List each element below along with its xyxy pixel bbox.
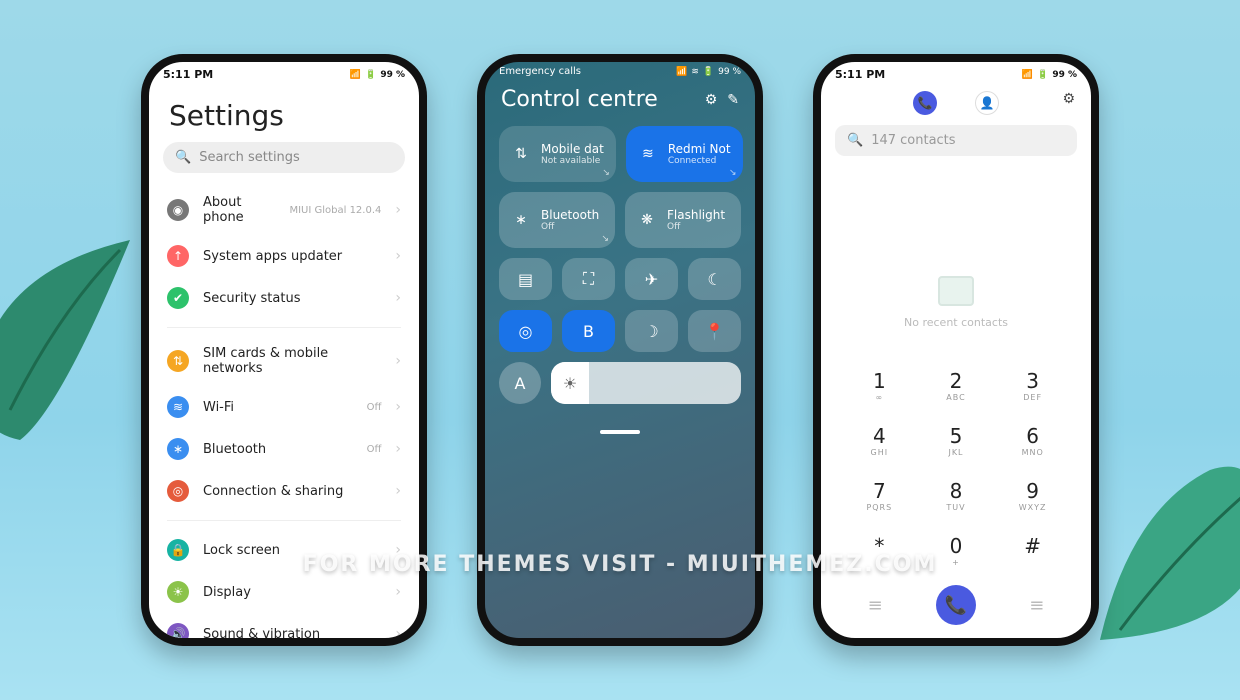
menu-icon[interactable]: ≡ <box>868 595 883 616</box>
tile-bluetooth[interactable]: ∗BluetoothOff↘ <box>499 192 615 248</box>
sidebar-item-bluetooth[interactable]: ∗BluetoothOff› <box>163 428 405 470</box>
contacts-count: 147 contacts <box>871 133 955 148</box>
sidebar-item-updater[interactable]: ↑System apps updater› <box>163 235 405 277</box>
key-4[interactable]: 4GHI <box>841 414 918 469</box>
status-time: 5:11 PM <box>835 68 885 81</box>
chevron-right-icon: › <box>395 353 401 369</box>
tab-calls[interactable]: 📞 <box>913 91 937 115</box>
tile-location[interactable]: 📍 <box>688 310 741 352</box>
chevron-right-icon: › <box>395 290 401 306</box>
phone-icon: ◉ <box>167 199 189 221</box>
sidebar-item-about-phone[interactable]: ◉About phoneMIUI Global 12.0.4› <box>163 185 405 235</box>
sidebar-item-sound[interactable]: 🔊Sound & vibration› <box>163 613 405 646</box>
chevron-right-icon: › <box>395 399 401 415</box>
brightness-slider[interactable]: ☀ <box>551 362 741 404</box>
tile-airplane[interactable]: ✈ <box>625 258 678 300</box>
tile-scanner[interactable]: ⛶ <box>562 258 615 300</box>
shield-icon: ✔ <box>167 287 189 309</box>
status-bar: Emergency calls 📶≋🔋99 % <box>485 62 755 77</box>
gear-icon[interactable]: ⚙ <box>1062 91 1075 107</box>
key-hash[interactable]: # <box>994 524 1071 579</box>
sidebar-item-display[interactable]: ☀Display› <box>163 571 405 613</box>
sidebar-item-connection[interactable]: ◎Connection & sharing› <box>163 470 405 512</box>
sidebar-item-sim[interactable]: ⇅SIM cards & mobile networks› <box>163 336 405 386</box>
chevron-right-icon: › <box>395 248 401 264</box>
chevron-right-icon: › <box>395 483 401 499</box>
empty-text: No recent contacts <box>821 316 1091 329</box>
divider <box>167 327 401 328</box>
backspace-icon[interactable]: ≡ <box>1029 595 1044 616</box>
gear-icon[interactable]: ⚙ <box>705 92 718 108</box>
call-button[interactable]: 📞 <box>936 585 976 625</box>
key-1[interactable]: 1∞ <box>841 359 918 414</box>
key-6[interactable]: 6MNO <box>994 414 1071 469</box>
expand-icon: ↘ <box>602 168 610 178</box>
share-icon: ◎ <box>167 480 189 502</box>
bluetooth-icon: ∗ <box>167 438 189 460</box>
page-title: Settings <box>149 83 419 142</box>
cc-header: Control centre ⚙ ✎ <box>485 77 755 126</box>
tile-wifi[interactable]: ≋Redmi NotConnected↘ <box>626 126 743 182</box>
expand-icon: ↘ <box>601 234 609 244</box>
chevron-right-icon: › <box>395 626 401 642</box>
status-icons: 📶🔋99 % <box>1022 70 1077 80</box>
search-placeholder: Search settings <box>199 150 300 165</box>
tile-dnd[interactable]: ☾ <box>688 258 741 300</box>
speaker-icon: 🔊 <box>167 623 189 645</box>
tab-contacts[interactable]: 👤 <box>975 91 999 115</box>
expand-icon: ↘ <box>729 168 737 178</box>
flashlight-icon: ❋ <box>637 210 657 230</box>
status-time: 5:11 PM <box>163 68 213 81</box>
key-3[interactable]: 3DEF <box>994 359 1071 414</box>
tile-cast[interactable]: ▤ <box>499 258 552 300</box>
search-icon: 🔍 <box>847 133 863 148</box>
emergency-label: Emergency calls <box>499 66 581 77</box>
sidebar-item-wifi[interactable]: ≋Wi-FiOff› <box>163 386 405 428</box>
search-input[interactable]: 🔍 Search settings <box>163 142 405 173</box>
page-title: Control centre <box>501 87 658 112</box>
divider <box>167 520 401 521</box>
status-bar: 5:11 PM 📶🔋99 % <box>149 62 419 83</box>
empty-state: No recent contacts <box>821 166 1091 359</box>
tile-flashlight[interactable]: ❋FlashlightOff <box>625 192 741 248</box>
dialer-tabs: 📞 👤 ⚙ <box>821 83 1091 125</box>
chevron-right-icon: › <box>395 441 401 457</box>
key-8[interactable]: 8TUV <box>918 469 995 524</box>
drag-handle[interactable] <box>600 430 640 434</box>
sidebar-item-security[interactable]: ✔Security status› <box>163 277 405 319</box>
lock-icon: 🔒 <box>167 539 189 561</box>
key-2[interactable]: 2ABC <box>918 359 995 414</box>
wifi-icon: ≋ <box>167 396 189 418</box>
key-9[interactable]: 9WXYZ <box>994 469 1071 524</box>
key-5[interactable]: 5JKL <box>918 414 995 469</box>
dialer-actions: ≡ 📞 ≡ <box>821 579 1091 635</box>
key-7[interactable]: 7PQRS <box>841 469 918 524</box>
bluetooth-icon: ∗ <box>511 210 531 230</box>
chevron-right-icon: › <box>395 202 401 218</box>
update-icon: ↑ <box>167 245 189 267</box>
contacts-search[interactable]: 🔍 147 contacts <box>835 125 1077 156</box>
sun-icon: ☀ <box>167 581 189 603</box>
empty-icon <box>938 276 974 306</box>
tile-b[interactable]: B <box>562 310 615 352</box>
search-icon: 🔍 <box>175 150 191 165</box>
tile-sync[interactable]: ◎ <box>499 310 552 352</box>
chevron-right-icon: › <box>395 584 401 600</box>
tile-dark-mode[interactable]: ☽ <box>625 310 678 352</box>
watermark-text: FOR MORE THEMES VISIT - MIUITHEMEZ.COM <box>303 552 938 577</box>
status-icons: 📶≋🔋99 % <box>676 67 741 77</box>
edit-icon[interactable]: ✎ <box>727 92 739 108</box>
sim-icon: ⇅ <box>167 350 189 372</box>
data-icon: ⇅ <box>511 144 531 164</box>
dial-keypad: 1∞ 2ABC 3DEF 4GHI 5JKL 6MNO 7PQRS 8TUV 9… <box>821 359 1091 579</box>
brightness-icon: ☀ <box>563 374 577 393</box>
tile-mobile-data[interactable]: ⇅Mobile datNot available↘ <box>499 126 616 182</box>
auto-brightness-button[interactable]: A <box>499 362 541 404</box>
wifi-icon: ≋ <box>638 144 658 164</box>
status-icons: 📶🔋99 % <box>350 70 405 80</box>
status-bar: 5:11 PM 📶🔋99 % <box>821 62 1091 83</box>
